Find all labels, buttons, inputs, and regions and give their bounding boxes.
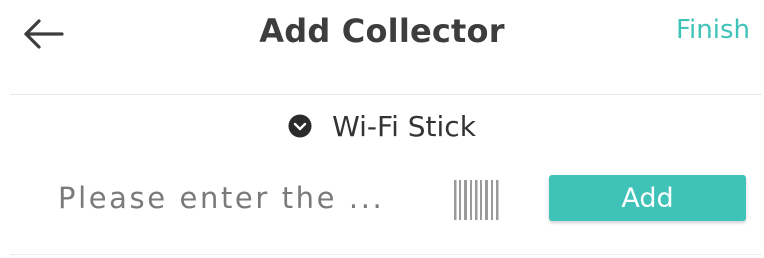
collector-serial-input[interactable] (58, 176, 418, 220)
finish-button[interactable]: Finish (676, 15, 750, 45)
barcode-scan-button[interactable] (450, 176, 508, 224)
add-collector-screen: Add Collector Finish Wi-Fi Stick Add (0, 0, 764, 258)
header-divider (10, 94, 762, 95)
arrow-left-icon (24, 19, 64, 49)
add-button[interactable]: Add (549, 175, 746, 221)
collector-type-selector[interactable]: Wi-Fi Stick (0, 106, 764, 146)
collector-type-label: Wi-Fi Stick (332, 109, 476, 143)
header-bar: Add Collector Finish (0, 0, 764, 70)
barcode-scan-icon (454, 180, 499, 220)
chevron-down-circle-icon (288, 114, 312, 138)
back-button[interactable] (22, 14, 66, 54)
bottom-divider (10, 254, 762, 255)
page-title: Add Collector (259, 12, 505, 50)
